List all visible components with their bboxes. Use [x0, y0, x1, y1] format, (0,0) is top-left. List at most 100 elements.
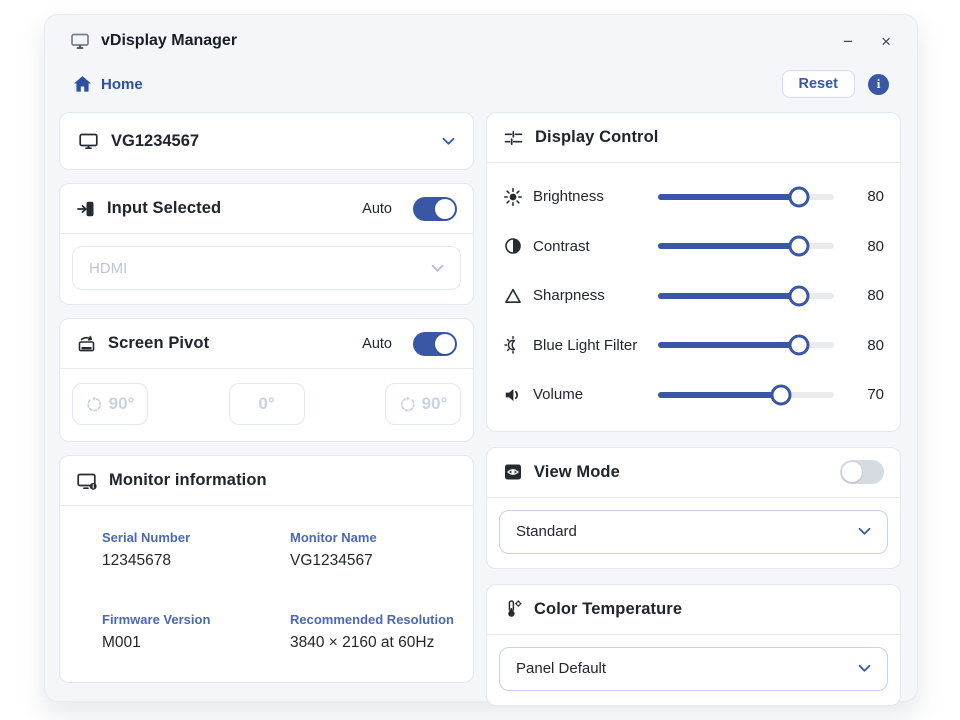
- slider-fill: [658, 243, 799, 249]
- blue-light-slider[interactable]: [658, 342, 834, 348]
- slider-label: Volume: [533, 386, 648, 403]
- sharpness-icon: [503, 286, 523, 306]
- view-mode-icon: [503, 462, 523, 482]
- minimize-button[interactable]: −: [843, 33, 853, 50]
- slider-row-blue-light: Blue Light Filter 80: [503, 321, 884, 371]
- reset-button[interactable]: Reset: [782, 70, 856, 98]
- info-field-label: Recommended Resolution: [290, 612, 457, 627]
- monitor-information-header: Monitor information: [60, 456, 473, 506]
- contrast-slider[interactable]: [658, 243, 834, 249]
- monitor-icon: [78, 131, 99, 151]
- blue-light-icon: [503, 335, 523, 355]
- info-field-label: Firmware Version: [102, 612, 290, 627]
- slider-thumb[interactable]: [771, 384, 792, 405]
- slider-label: Sharpness: [533, 287, 648, 304]
- view-mode-value: Standard: [516, 523, 577, 540]
- titlebar: vDisplay Manager − ×: [45, 15, 917, 52]
- close-button[interactable]: ×: [881, 33, 891, 50]
- slider-label: Blue Light Filter: [533, 337, 648, 354]
- info-field-label: Monitor Name: [290, 530, 457, 545]
- input-auto-toggle[interactable]: [413, 197, 457, 221]
- slider-fill: [658, 342, 799, 348]
- view-mode-card: View Mode Standard: [486, 447, 901, 569]
- slider-row-contrast: Contrast 80: [503, 222, 884, 272]
- display-control-header: Display Control: [487, 113, 900, 163]
- sharpness-slider[interactable]: [658, 293, 834, 299]
- home-icon: [73, 75, 92, 93]
- slider-value: 80: [850, 337, 884, 354]
- home-link[interactable]: Home: [73, 75, 143, 93]
- info-field-label: Serial Number: [102, 530, 290, 545]
- slider-row-sharpness: Sharpness 80: [503, 271, 884, 321]
- color-temperature-value: Panel Default: [516, 660, 606, 677]
- chevron-down-icon: [858, 527, 871, 536]
- screen-pivot-header: Screen Pivot Auto: [60, 319, 473, 369]
- info-field-value: 12345678: [102, 552, 290, 570]
- display-control-card: Display Control Brightness: [486, 112, 901, 432]
- info-field-monitor-name: Monitor Name VG1234567: [290, 530, 457, 570]
- volume-slider[interactable]: [658, 392, 834, 398]
- info-icon[interactable]: i: [868, 74, 889, 95]
- pivot-auto-toggle[interactable]: [413, 332, 457, 356]
- chevron-down-icon: [431, 264, 444, 273]
- view-mode-title: View Mode: [534, 463, 620, 482]
- pivot-0-button[interactable]: 0°: [229, 383, 305, 425]
- slider-value: 80: [850, 188, 884, 205]
- brightness-icon: [503, 187, 523, 207]
- pivot-button-label: 90°: [109, 394, 135, 414]
- info-field-value: 3840 × 2160 at 60Hz: [290, 634, 457, 652]
- pivot-button-label: 90°: [422, 394, 448, 414]
- view-mode-toggle[interactable]: [840, 460, 884, 484]
- pivot-button-label: 0°: [258, 394, 274, 414]
- rotate-ccw-icon: [86, 396, 103, 413]
- slider-value: 80: [850, 287, 884, 304]
- info-field-value: M001: [102, 634, 290, 652]
- info-field-firmware-version: Firmware Version M001: [102, 612, 290, 652]
- monitor-selector-value: VG1234567: [111, 132, 430, 151]
- color-temperature-card: Color Temperature Panel Default: [486, 584, 901, 706]
- pivot-ccw-90-button[interactable]: 90°: [72, 383, 148, 425]
- slider-fill: [658, 392, 781, 398]
- info-field-value: VG1234567: [290, 552, 457, 570]
- slider-fill: [658, 293, 799, 299]
- slider-label: Brightness: [533, 188, 648, 205]
- slider-thumb[interactable]: [788, 236, 809, 257]
- brightness-slider[interactable]: [658, 194, 834, 200]
- left-column: VG1234567 Input Selected Au: [59, 112, 474, 683]
- app-window: vDisplay Manager − × Home Reset i: [44, 14, 918, 702]
- color-temperature-title: Color Temperature: [534, 600, 682, 619]
- input-source-value: HDMI: [89, 260, 127, 277]
- info-field-recommended-resolution: Recommended Resolution 3840 × 2160 at 60…: [290, 612, 457, 652]
- view-mode-select[interactable]: Standard: [499, 510, 888, 554]
- slider-row-brightness: Brightness 80: [503, 172, 884, 222]
- monitor-information-title: Monitor information: [109, 471, 267, 490]
- toolbar: Home Reset i: [45, 52, 917, 98]
- color-temperature-select[interactable]: Panel Default: [499, 647, 888, 691]
- slider-row-volume: Volume 70: [503, 370, 884, 420]
- slider-thumb[interactable]: [788, 186, 809, 207]
- monitor-selector[interactable]: VG1234567: [59, 112, 474, 170]
- slider-thumb[interactable]: [788, 335, 809, 356]
- right-column: Display Control Brightness: [486, 112, 901, 706]
- view-mode-header: View Mode: [487, 448, 900, 498]
- monitor-information-card: Monitor information Serial Number 123456…: [59, 455, 474, 683]
- screen-pivot-icon: [76, 334, 97, 354]
- color-temperature-header: Color Temperature: [487, 585, 900, 635]
- screen-pivot-card: Screen Pivot Auto 90°: [59, 318, 474, 442]
- input-source-icon: [76, 199, 96, 219]
- volume-icon: [503, 385, 523, 405]
- input-selected-header: Input Selected Auto: [60, 184, 473, 234]
- input-auto-label: Auto: [362, 201, 392, 217]
- app-title: vDisplay Manager: [101, 32, 237, 50]
- slider-thumb[interactable]: [788, 285, 809, 306]
- contrast-icon: [503, 236, 523, 256]
- input-source-select[interactable]: HDMI: [72, 246, 461, 290]
- pivot-auto-label: Auto: [362, 336, 392, 352]
- slider-fill: [658, 194, 799, 200]
- display-control-title: Display Control: [535, 128, 658, 147]
- pivot-cw-90-button[interactable]: 90°: [385, 383, 461, 425]
- chevron-down-icon: [858, 664, 871, 673]
- slider-value: 70: [850, 386, 884, 403]
- rotate-cw-icon: [399, 396, 416, 413]
- toggle-knob: [842, 462, 862, 482]
